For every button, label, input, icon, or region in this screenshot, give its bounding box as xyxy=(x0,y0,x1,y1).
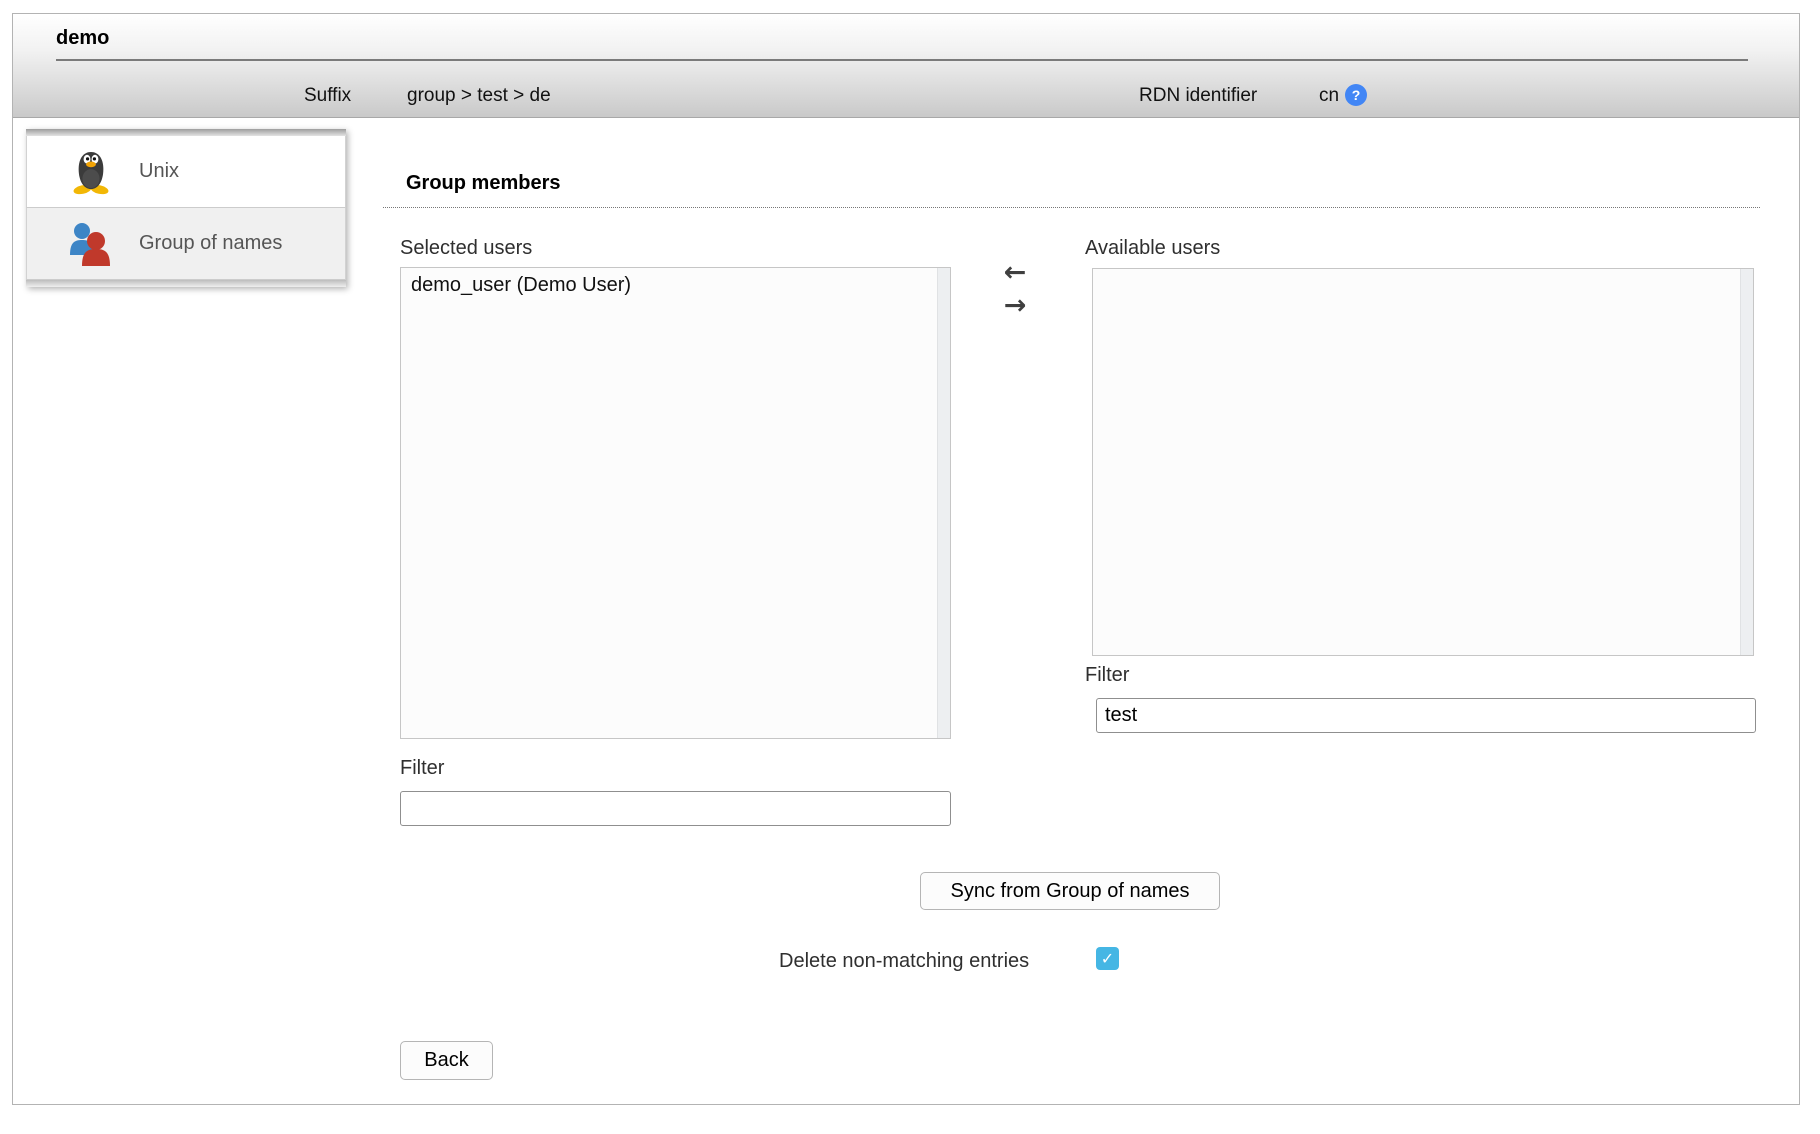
delete-non-matching-checkbox[interactable]: ✓ xyxy=(1096,947,1119,970)
sidebar-item-label: Group of names xyxy=(139,232,282,255)
sidebar-bottom-strip xyxy=(26,280,346,287)
delete-non-matching-label: Delete non-matching entries xyxy=(779,950,1029,973)
sidebar-item-label: Unix xyxy=(139,160,179,183)
help-icon[interactable]: ? xyxy=(1345,84,1367,106)
selected-filter-label: Filter xyxy=(400,757,444,780)
header-divider xyxy=(56,59,1748,61)
selected-filter-input[interactable] xyxy=(400,791,951,826)
available-users-label: Available users xyxy=(1085,237,1220,260)
sidebar-top-strip xyxy=(26,129,346,136)
page-title: demo xyxy=(56,27,109,50)
available-filter-label: Filter xyxy=(1085,664,1129,687)
selected-users-label: Selected users xyxy=(400,237,532,260)
group-people-icon xyxy=(69,221,113,267)
scrollbar[interactable] xyxy=(937,268,950,738)
move-right-arrow-icon[interactable]: → xyxy=(998,291,1032,321)
breadcrumb: group > test > de xyxy=(407,85,551,107)
available-filter-input[interactable] xyxy=(1096,698,1756,733)
sync-from-group-button[interactable]: Sync from Group of names xyxy=(920,872,1220,910)
header: demo Suffix group > test > de RDN identi… xyxy=(13,14,1799,118)
page-container: demo Suffix group > test > de RDN identi… xyxy=(12,13,1800,1105)
suffix-label: Suffix xyxy=(304,85,351,107)
sidebar-item-unix[interactable]: Unix xyxy=(26,136,346,208)
rdn-identifier-label: RDN identifier xyxy=(1139,85,1257,107)
back-button[interactable]: Back xyxy=(400,1041,493,1080)
tux-penguin-icon xyxy=(69,149,113,195)
selected-users-listbox[interactable]: demo_user (Demo User) xyxy=(400,267,951,739)
sidebar-item-group-of-names[interactable]: Group of names xyxy=(26,208,346,280)
move-left-arrow-icon[interactable]: ← xyxy=(998,258,1032,288)
scrollbar[interactable] xyxy=(1740,269,1753,655)
module-tab-list: Unix Group of names xyxy=(26,129,346,287)
section-title: Group members xyxy=(406,172,560,194)
transfer-arrows: ← → xyxy=(998,258,1032,321)
available-users-listbox[interactable] xyxy=(1092,268,1754,656)
check-icon: ✓ xyxy=(1101,949,1114,969)
list-item[interactable]: demo_user (Demo User) xyxy=(401,268,950,297)
rdn-identifier-value: cn xyxy=(1319,85,1339,107)
section-header: Group members xyxy=(383,172,1760,208)
